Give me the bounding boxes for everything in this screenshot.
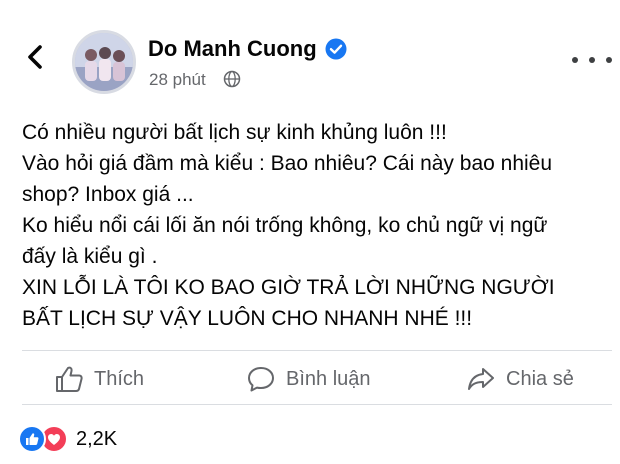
post-line: XIN LỖI LÀ TÔI KO BAO GIỜ TRẢ LỜI NHỮNG …: [22, 276, 555, 299]
post-line: Có nhiều người bất lịch sự kinh khủng lu…: [22, 121, 447, 144]
divider: [22, 404, 612, 405]
post-header: Do Manh Cuong 28 phút: [0, 0, 620, 100]
post-line: BẤT LỊCH SỰ VẬY LUÔN CHO NHANH NHÉ !!!: [22, 307, 473, 330]
thumbs-up-icon: [56, 366, 83, 392]
author-name[interactable]: Do Manh Cuong: [148, 36, 317, 62]
back-button[interactable]: [18, 40, 52, 74]
avatar[interactable]: [72, 30, 136, 94]
avatar-image: [75, 33, 133, 91]
post-timestamp[interactable]: 28 phút: [149, 70, 206, 90]
like-label: Thích: [94, 367, 145, 390]
globe-icon: [223, 70, 241, 88]
divider: [22, 350, 612, 351]
like-reaction-icon: [18, 425, 46, 453]
share-button[interactable]: Chia sẻ: [466, 362, 574, 396]
more-dot-icon: [572, 57, 578, 63]
like-button[interactable]: Thích: [54, 362, 144, 396]
comment-button[interactable]: Bình luận: [246, 362, 371, 396]
more-options-button[interactable]: [572, 48, 612, 72]
reaction-count: 2,2K: [76, 427, 118, 450]
comment-icon: [248, 367, 274, 392]
share-label: Chia sẻ: [506, 367, 574, 390]
chevron-left-icon: [28, 45, 42, 69]
verified-badge-icon: [325, 38, 347, 60]
share-icon: [468, 368, 494, 390]
more-dot-icon: [606, 57, 612, 63]
post-actions-bar: Thích Bình luận Chia sẻ: [0, 356, 620, 402]
post-line: đấy là kiểu gì .: [22, 245, 158, 268]
post-line: Vào hỏi giá đầm mà kiểu : Bao nhiêu? Cái…: [22, 152, 553, 175]
post-line: shop? Inbox giá ...: [22, 183, 194, 206]
comment-label: Bình luận: [286, 367, 371, 390]
post-line: Ko hiểu nổi cái lối ăn nói trống không, …: [22, 214, 548, 237]
post-text: Có nhiều người bất lịch sự kinh khủng lu…: [22, 118, 612, 335]
more-dot-icon: [589, 57, 595, 63]
reactions-summary[interactable]: 2,2K: [18, 424, 117, 454]
